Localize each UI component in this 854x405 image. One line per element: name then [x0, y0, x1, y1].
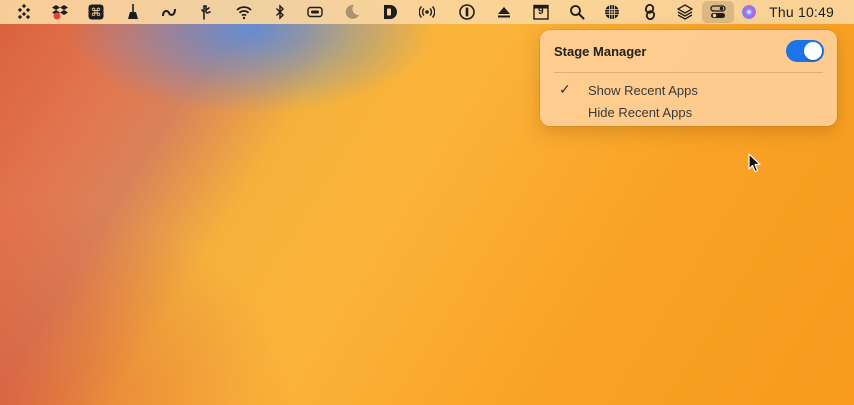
battery-icon[interactable] — [305, 2, 325, 22]
layers-icon[interactable] — [675, 2, 695, 22]
broom-icon[interactable] — [123, 2, 143, 22]
bartender-icon[interactable] — [14, 2, 34, 22]
bluetooth-icon[interactable] — [270, 2, 290, 22]
infinity-icon[interactable] — [159, 2, 179, 22]
search-icon[interactable] — [567, 2, 587, 22]
menu-item-label: Hide Recent Apps — [588, 105, 693, 120]
stage-manager-popover: Stage Manager ✓ Show Recent Apps Hide Re… — [540, 30, 837, 126]
1password-icon[interactable] — [457, 2, 477, 22]
siri-icon[interactable] — [739, 2, 759, 22]
broadcast-icon[interactable] — [417, 2, 437, 22]
stage-manager-toggle[interactable] — [786, 40, 824, 62]
hand-gesture-icon[interactable] — [196, 2, 216, 22]
calendar-icon[interactable]: 9 — [531, 2, 551, 22]
divider — [554, 72, 823, 73]
mouse-cursor-icon — [748, 153, 762, 178]
control-center-icon[interactable] — [702, 1, 734, 23]
menu-item-label: Show Recent Apps — [588, 83, 698, 98]
stage-manager-title: Stage Manager — [554, 44, 647, 59]
menubar-clock[interactable]: Thu 10:49 — [769, 4, 834, 20]
command-icon[interactable]: ⌘ — [86, 2, 106, 22]
moon-icon[interactable] — [342, 2, 362, 22]
menu-item-hide-recent-apps[interactable]: Hide Recent Apps — [540, 103, 837, 123]
link-icon[interactable] — [640, 2, 660, 22]
wifi-icon[interactable] — [234, 2, 254, 22]
toggle-knob — [804, 42, 822, 60]
d-app-icon[interactable] — [380, 2, 400, 22]
eject-icon[interactable] — [494, 2, 514, 22]
globe-grid-icon[interactable] — [602, 2, 622, 22]
checkmark-icon: ✓ — [559, 81, 571, 97]
calendar-day-label: 9 — [538, 6, 544, 17]
menu-bar: ⌘ 9 Thu 10:49 — [0, 0, 854, 24]
svg-text:⌘: ⌘ — [91, 6, 102, 19]
menu-item-show-recent-apps[interactable]: ✓ Show Recent Apps — [540, 81, 837, 101]
dropbox-icon[interactable] — [50, 2, 70, 22]
